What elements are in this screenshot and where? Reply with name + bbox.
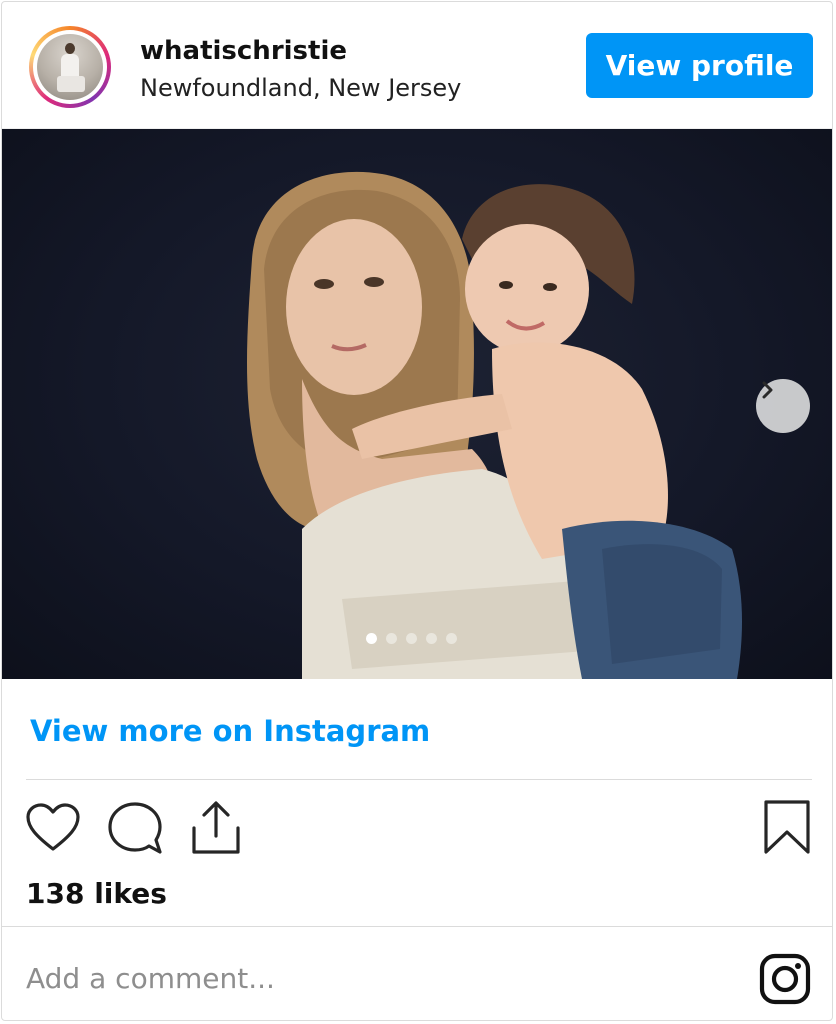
comment-icon[interactable] (106, 800, 164, 858)
action-bar (2, 792, 832, 862)
child-eye-right (543, 283, 557, 291)
carousel-dot (406, 633, 417, 644)
child-face (465, 224, 589, 354)
carousel-indicator (366, 633, 457, 645)
carousel-next-button[interactable] (756, 379, 810, 433)
divider (2, 926, 832, 927)
divider (26, 779, 812, 780)
post-header: whatischristie Newfoundland, New Jersey … (2, 2, 832, 129)
post-photo[interactable] (2, 129, 832, 679)
heart-icon[interactable] (24, 802, 82, 854)
instagram-icon[interactable] (758, 952, 812, 1006)
carousel-dot (446, 633, 457, 644)
woman-eye-right (364, 277, 384, 287)
bookmark-icon[interactable] (762, 798, 812, 856)
chevron-right-icon (762, 381, 773, 399)
carousel-dot (386, 633, 397, 644)
woman-face (286, 219, 422, 395)
avatar[interactable] (29, 26, 111, 108)
avatar-photo (37, 34, 103, 100)
username[interactable]: whatischristie (140, 36, 347, 66)
avatar-figure-head (65, 43, 75, 54)
location[interactable]: Newfoundland, New Jersey (140, 74, 461, 102)
instagram-embed-card: whatischristie Newfoundland, New Jersey … (1, 1, 833, 1021)
comment-input[interactable]: Add a comment... (26, 962, 275, 995)
share-icon[interactable] (188, 798, 244, 856)
view-profile-button[interactable]: View profile (586, 33, 813, 98)
child-eye-left (499, 281, 513, 289)
view-more-link[interactable]: View more on Instagram (30, 714, 430, 748)
avatar-frame (33, 30, 107, 104)
jeans-shade (602, 544, 722, 664)
likes-count[interactable]: 138 likes (26, 877, 167, 910)
avatar-figure-body (61, 54, 79, 78)
carousel-dot (426, 633, 437, 644)
woman-eye-left (314, 279, 334, 289)
carousel-dot (366, 633, 377, 644)
photo-illustration (247, 171, 742, 679)
avatar-figure-seat (57, 76, 85, 92)
